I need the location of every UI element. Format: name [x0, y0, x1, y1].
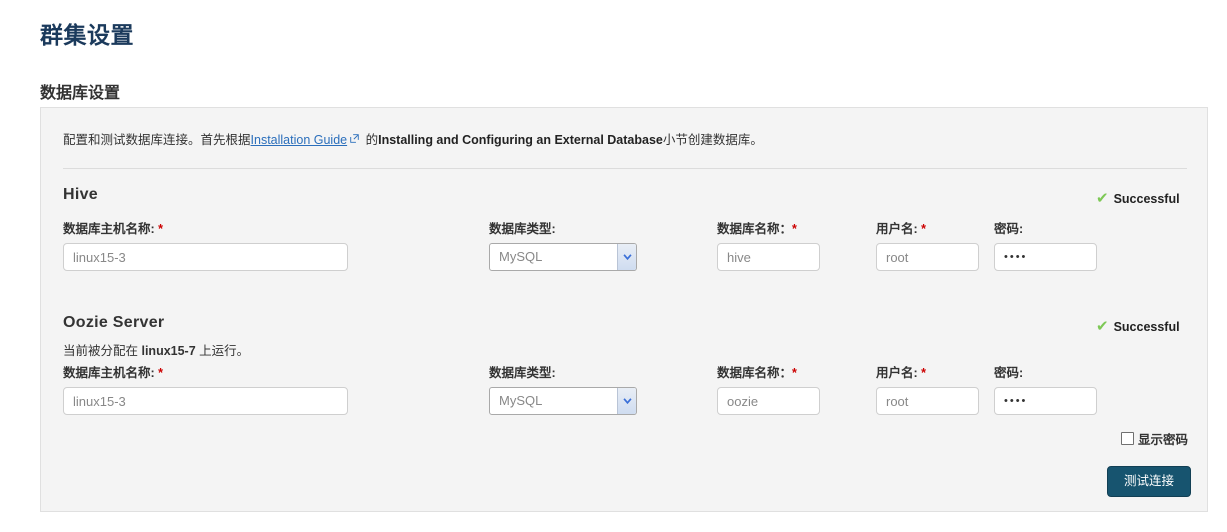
- required-asterisk: *: [158, 222, 164, 236]
- assignment-host: linux15-7: [141, 344, 196, 358]
- installation-guide-link[interactable]: Installation Guide: [251, 133, 348, 147]
- field-label-oozie-host: 数据库主机名称: *: [63, 366, 164, 380]
- section-title: 数据库设置: [40, 85, 121, 102]
- input-oozie-username[interactable]: [876, 387, 979, 415]
- green-check-icon: ✔: [1096, 318, 1109, 335]
- panel-description: 配置和测试数据库连接。首先根据Installation Guide 的Insta…: [63, 131, 763, 149]
- field-hive-dbname: 数据库名称：*: [717, 218, 820, 271]
- assignment-note-oozie: 当前被分配在 linux15-7 上运行。: [63, 340, 249, 359]
- field-oozie-username: 用户名: *: [876, 362, 979, 415]
- required-asterisk: *: [158, 366, 164, 380]
- field-oozie-type: 数据库类型: MySQL: [489, 362, 637, 415]
- required-asterisk: *: [921, 366, 927, 380]
- panel-divider: [63, 168, 1187, 169]
- select-hive-type-value[interactable]: MySQL: [489, 243, 637, 271]
- green-check-icon: ✔: [1096, 190, 1109, 207]
- field-oozie-host: 数据库主机名称: *: [63, 362, 348, 415]
- input-oozie-dbname[interactable]: [717, 387, 820, 415]
- description-text-before: 配置和测试数据库连接。首先根据: [63, 133, 251, 147]
- input-hive-username[interactable]: [876, 243, 979, 271]
- field-label-hive-dbname: 数据库名称：*: [717, 222, 797, 236]
- required-asterisk: *: [792, 366, 797, 380]
- status-badge-oozie: ✔ Successful: [1096, 317, 1180, 335]
- assignment-prefix: 当前被分配在: [63, 344, 142, 358]
- status-label-oozie: Successful: [1113, 320, 1180, 334]
- show-password-checkbox[interactable]: [1121, 432, 1134, 445]
- required-asterisk: *: [921, 222, 927, 236]
- service-name-hive: Hive: [63, 186, 98, 203]
- input-oozie-password[interactable]: [994, 387, 1097, 415]
- input-hive-password[interactable]: [994, 243, 1097, 271]
- field-label-hive-username: 用户名: *: [876, 222, 927, 236]
- description-text-after: 的: [362, 133, 379, 147]
- page-title: 群集设置: [40, 22, 134, 48]
- show-password-toggle[interactable]: 显示密码: [1121, 429, 1188, 448]
- field-label-oozie-dbname: 数据库名称：*: [717, 366, 797, 380]
- required-asterisk: *: [792, 222, 797, 236]
- field-oozie-password: 密码:: [994, 362, 1097, 415]
- cluster-setup-page: 群集设置 数据库设置 配置和测试数据库连接。首先根据Installation G…: [0, 0, 1227, 532]
- field-hive-password: 密码:: [994, 218, 1097, 271]
- field-label-oozie-password: 密码:: [994, 366, 1024, 380]
- input-hive-dbname[interactable]: [717, 243, 820, 271]
- field-label-hive-host: 数据库主机名称: *: [63, 222, 164, 236]
- select-oozie-type[interactable]: MySQL: [489, 387, 637, 415]
- service-name-oozie: Oozie Server: [63, 314, 165, 331]
- field-label-hive-password: 密码:: [994, 222, 1024, 236]
- database-settings-panel: 配置和测试数据库连接。首先根据Installation Guide 的Insta…: [40, 107, 1208, 512]
- field-hive-host: 数据库主机名称: *: [63, 218, 348, 271]
- field-label-oozie-type: 数据库类型:: [489, 366, 556, 380]
- select-hive-type[interactable]: MySQL: [489, 243, 637, 271]
- input-hive-host[interactable]: [63, 243, 348, 271]
- field-hive-type: 数据库类型: MySQL: [489, 218, 637, 271]
- external-link-icon: [350, 134, 359, 143]
- input-oozie-host[interactable]: [63, 387, 348, 415]
- status-label-hive: Successful: [1113, 192, 1180, 206]
- field-oozie-dbname: 数据库名称：*: [717, 362, 820, 415]
- show-password-label: 显示密码: [1138, 433, 1189, 447]
- field-label-hive-type: 数据库类型:: [489, 222, 556, 236]
- field-hive-username: 用户名: *: [876, 218, 979, 271]
- description-text-tail: 小节创建数据库。: [662, 133, 763, 147]
- test-connection-button[interactable]: 测试连接: [1107, 466, 1192, 497]
- description-bold-phrase: Installing and Configuring an External D…: [378, 133, 663, 147]
- assignment-suffix: 上运行。: [195, 344, 250, 358]
- status-badge-hive: ✔ Successful: [1096, 189, 1180, 207]
- select-oozie-type-value[interactable]: MySQL: [489, 387, 637, 415]
- field-label-oozie-username: 用户名: *: [876, 366, 927, 380]
